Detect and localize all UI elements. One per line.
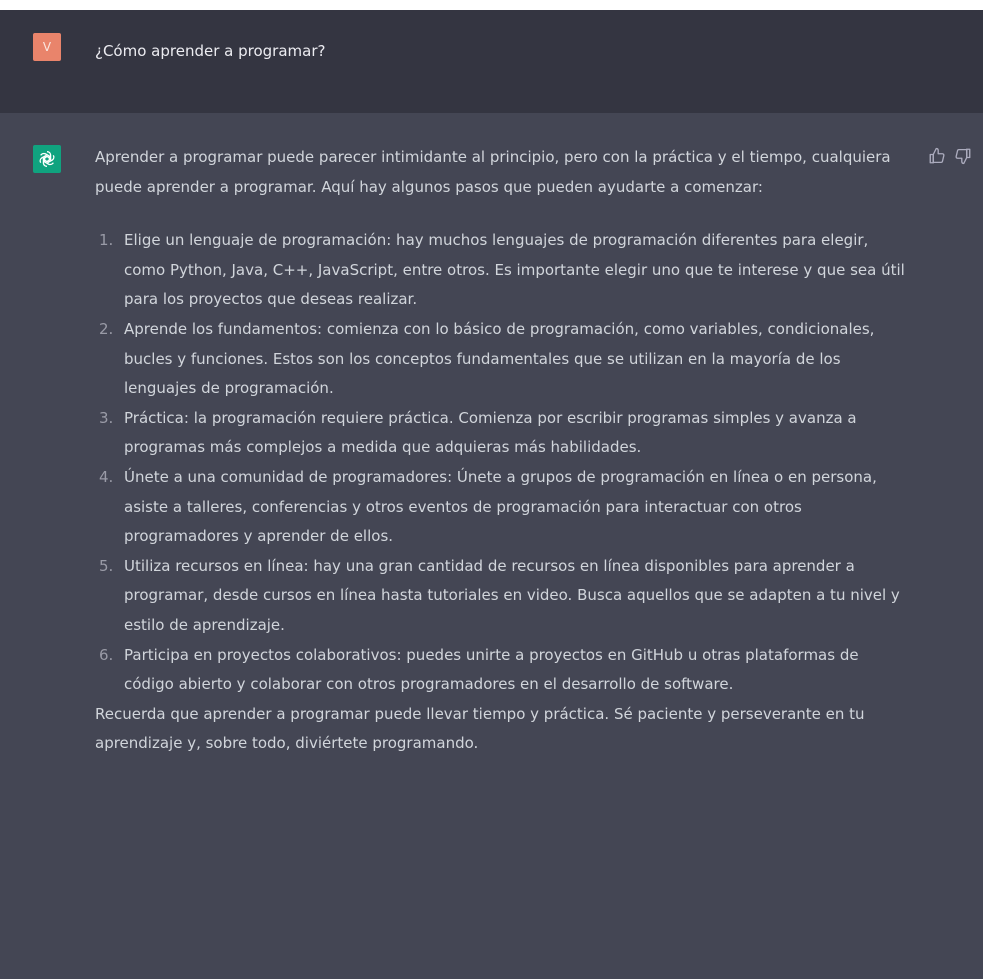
thumbs-up-icon [929,147,945,164]
steps-list: 1. Elige un lenguaje de programación: hay… [95,226,905,700]
thumbs-up-button[interactable] [928,147,948,167]
list-item: 6. Participa en proyectos colaborativos: … [95,641,905,700]
list-item: 5. Utiliza recursos en línea: hay una gra… [95,552,905,641]
user-question: ¿Cómo aprender a programar? [95,42,326,60]
response-intro: Aprender a programar puede parecer intim… [95,148,891,196]
list-item: 4. Únete a una comunidad de programadores… [95,463,905,552]
list-number: 2. [99,319,114,338]
list-item-text: Elige un lenguaje de programación: hay m… [124,231,905,309]
list-item: 1. Elige un lenguaje de programación: hay… [95,226,905,315]
list-item-text: Únete a una comunidad de programadores: … [124,467,877,546]
top-edge [0,0,983,10]
list-item: 2. Aprende los fundamentos: comienza con … [95,315,905,404]
list-number: 4. [99,467,114,486]
user-message-row: V ¿Cómo aprender a programar? [0,10,983,114]
list-number: 5. [99,556,114,575]
list-item-text: Participa en proyectos colaborativos: pu… [124,645,859,694]
list-item-text: Utiliza recursos en línea: hay una gran … [124,556,900,634]
list-item-text: Aprende los fundamentos: comienza con lo… [124,319,875,398]
list-number: 6. [99,645,114,664]
thumbs-down-button[interactable] [954,147,974,167]
openai-logo-icon [39,151,55,167]
assistant-message-row: Aprender a programar puede parecer intim… [0,113,983,979]
user-avatar: V [33,33,61,61]
response-outro: Recuerda que aprender a programar puede … [95,704,865,753]
list-item: 3. Práctica: la programación requiere prá… [95,404,905,463]
thumbs-down-icon [955,148,971,165]
list-number: 3. [99,408,114,427]
assistant-response: Aprender a programar puede parecer intim… [95,143,905,759]
list-item-text: Práctica: la programación requiere práct… [124,408,857,457]
list-number: 1. [99,231,114,250]
assistant-avatar [33,145,61,173]
feedback-buttons [928,147,983,167]
